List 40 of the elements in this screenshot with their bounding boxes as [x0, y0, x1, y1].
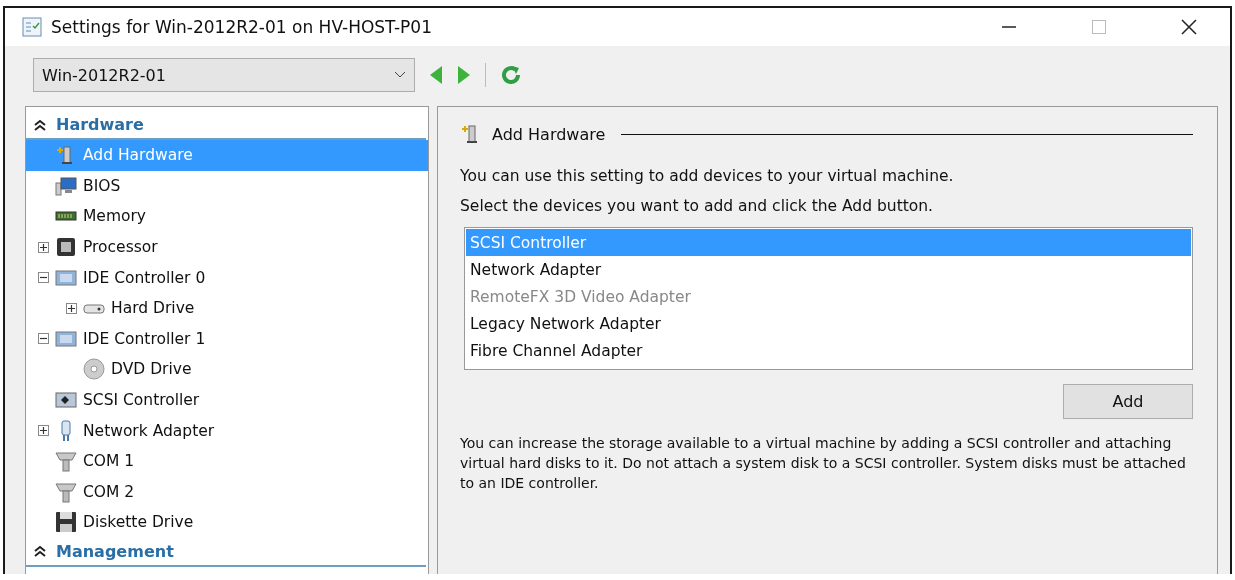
tree-item[interactable]: COM 1	[26, 445, 428, 477]
device-item[interactable]: Fibre Channel Adapter	[466, 337, 1191, 364]
section-heading: Hardware	[56, 115, 144, 134]
close-button[interactable]	[1180, 18, 1198, 36]
chip-icon	[55, 236, 77, 259]
tree-item[interactable]: Diskette Drive	[26, 507, 428, 538]
expand-icon[interactable]	[38, 241, 49, 253]
disc-icon	[83, 358, 105, 381]
window-title: Settings for Win-2012R2-01 on HV-HOST-P01	[51, 17, 433, 37]
intro-text: You can use this setting to add devices to your virtual machine.	[460, 166, 955, 187]
device-item[interactable]: Legacy Network Adapter	[466, 310, 1191, 337]
collapse-section-icon[interactable]	[34, 118, 46, 131]
tree-item[interactable]: Processor	[26, 231, 428, 263]
refresh-icon[interactable]	[500, 64, 522, 86]
section-heading: Management	[56, 541, 174, 561]
collapse-section-icon[interactable]	[34, 545, 46, 558]
instruction-text: Select the devices you want to add and click the Add button.	[460, 196, 935, 217]
add-button[interactable]: Add	[1063, 384, 1193, 419]
device-item[interactable]: Network Adapter	[466, 256, 1191, 283]
chevron-down-icon	[394, 71, 406, 79]
expand-icon[interactable]	[66, 302, 77, 314]
tree-item[interactable]: IDE Controller 1	[26, 323, 428, 355]
connector-icon	[55, 450, 77, 473]
tree-item[interactable]: Hard Drive	[26, 292, 428, 324]
computer-icon	[55, 174, 77, 197]
vm-dropdown[interactable]: Win-2012R2-01	[33, 58, 415, 92]
settings-window-icon	[21, 16, 43, 38]
tree-item[interactable]: SCSI Controller	[26, 384, 428, 416]
storage-note: You can increase the storage available to a virtual machine by adding a SCSI controller and attaching virtual hard disks to it. Do not attach a system disk to a SCSI controller. System disks must be attached to an IDE controller.	[460, 434, 1187, 493]
tree-item[interactable]: COM 2	[26, 476, 428, 508]
collapse-icon[interactable]	[38, 333, 49, 345]
connector-icon	[55, 480, 77, 503]
group-title: Add Hardware	[492, 124, 606, 144]
expand-icon[interactable]	[38, 425, 49, 437]
tree-item[interactable]: BIOS	[26, 170, 428, 202]
tree-item[interactable]: IDE Controller 0	[26, 262, 428, 293]
tree-item[interactable]: Network Adapter	[26, 415, 428, 446]
tree-item[interactable]: DVD Drive	[26, 354, 428, 385]
tree-item[interactable]: Memory	[26, 201, 428, 232]
collapse-icon[interactable]	[38, 272, 49, 284]
